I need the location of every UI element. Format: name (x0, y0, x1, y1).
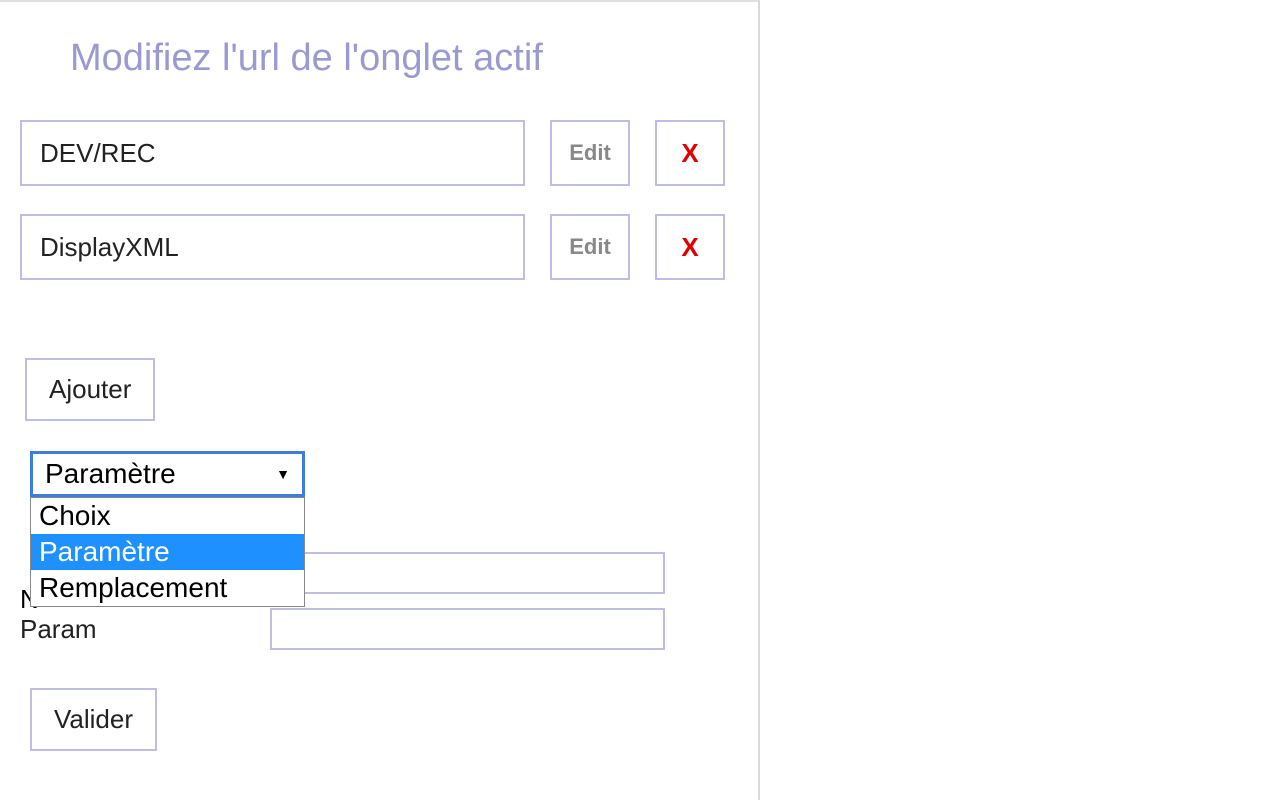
type-select-value: Paramètre (45, 458, 176, 490)
type-select-wrapper: Paramètre ▼ Choix Paramètre Remplacement (30, 451, 305, 497)
main-panel: Modifiez l'url de l'onglet actif Edit X … (0, 0, 760, 800)
edit-button-0[interactable]: Edit (550, 120, 630, 186)
param-input[interactable] (270, 608, 665, 650)
entry-input-1[interactable] (20, 214, 525, 280)
type-select-dropdown: Choix Paramètre Remplacement (30, 497, 305, 607)
page-title: Modifiez l'url de l'onglet actif (70, 37, 738, 80)
dropdown-option-parametre[interactable]: Paramètre (31, 534, 304, 570)
delete-button-0[interactable]: X (655, 120, 725, 186)
type-select[interactable]: Paramètre ▼ (30, 451, 305, 497)
delete-button-1[interactable]: X (655, 214, 725, 280)
name-input[interactable] (270, 552, 665, 594)
validate-button[interactable]: Valider (30, 688, 157, 751)
entry-input-0[interactable] (20, 120, 525, 186)
dropdown-option-remplacement[interactable]: Remplacement (31, 570, 304, 606)
edit-button-1[interactable]: Edit (550, 214, 630, 280)
chevron-down-icon: ▼ (276, 466, 290, 482)
form-row-param: Param (20, 608, 738, 650)
dropdown-option-choix[interactable]: Choix (31, 498, 304, 534)
entry-row-1: Edit X (20, 214, 738, 280)
param-label: Param (20, 614, 270, 645)
entry-row-0: Edit X (20, 120, 738, 186)
add-button[interactable]: Ajouter (25, 358, 155, 421)
